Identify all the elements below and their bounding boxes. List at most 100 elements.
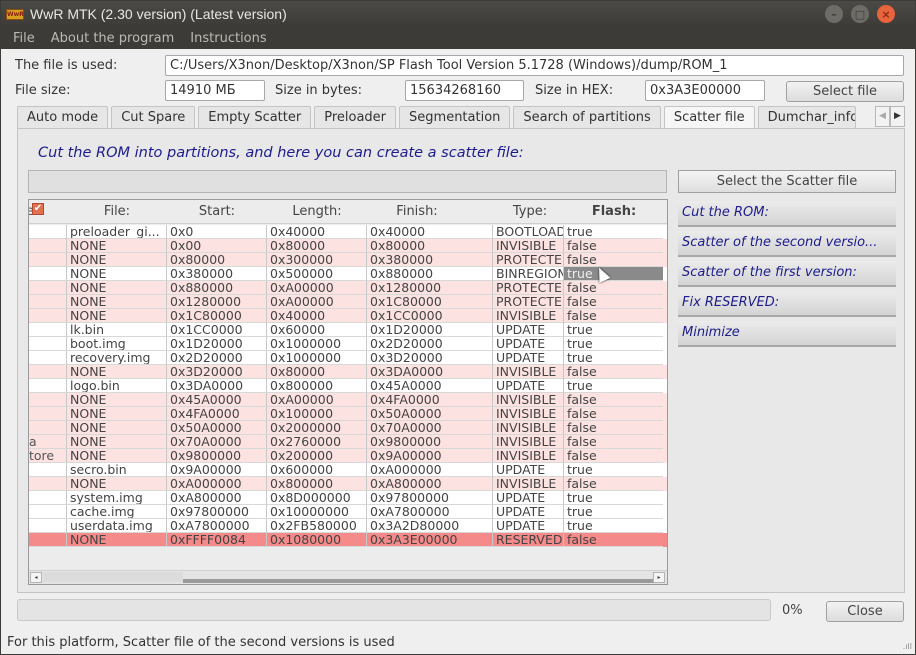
partition-name-cell[interactable]: tore <box>29 449 67 463</box>
file-cell[interactable]: cache.img <box>67 505 167 519</box>
finish-cell[interactable]: 0x9800000 <box>367 435 493 449</box>
table-row[interactable]: system.img 0xA800000 0x8D000000 0x97800000 U… <box>29 491 667 505</box>
file-cell[interactable]: NONE <box>67 533 167 547</box>
type-cell[interactable]: INVISIBLE <box>493 239 564 253</box>
length-cell[interactable]: 0x800000 <box>267 379 367 393</box>
length-cell[interactable]: 0x2000000 <box>267 421 367 435</box>
finish-cell[interactable]: 0x380000 <box>367 253 493 267</box>
partition-name-cell[interactable] <box>29 379 67 393</box>
table-row[interactable]: NONE 0xA000000 0x800000 0xA800000 INVISIBLE f… <box>29 477 667 491</box>
start-cell[interactable]: 0x70A0000 <box>167 435 267 449</box>
partition-name-cell[interactable] <box>29 337 67 351</box>
start-cell[interactable]: 0x80000 <box>167 253 267 267</box>
length-cell[interactable]: 0x8D000000 <box>267 491 367 505</box>
partition-name-cell[interactable] <box>29 533 67 547</box>
type-cell[interactable]: INVISIBLE <box>493 393 564 407</box>
partition-name-cell[interactable] <box>29 477 67 491</box>
type-cell[interactable]: UPDATE <box>493 323 564 337</box>
table-row[interactable]: NONE 0x1C80000 0x40000 0x1CC0000 INVISIBLE fa… <box>29 309 667 323</box>
type-cell[interactable]: RESERVED <box>493 533 564 547</box>
flash-cell[interactable]: false <box>564 477 663 491</box>
finish-cell[interactable]: 0x2D20000 <box>367 337 493 351</box>
flash-cell[interactable]: false <box>564 435 663 449</box>
start-cell[interactable]: 0x1D20000 <box>167 337 267 351</box>
start-cell[interactable]: 0x0 <box>167 225 267 239</box>
table-row[interactable]: tore NONE 0x9800000 0x200000 0x9A00000 INVISI… <box>29 449 667 463</box>
minimize-action-button[interactable]: Minimize <box>678 321 896 347</box>
type-cell[interactable]: INVISIBLE <box>493 477 564 491</box>
finish-cell[interactable]: 0x40000 <box>367 225 493 239</box>
resize-grip-icon[interactable]: .ıll <box>903 642 912 651</box>
table-row[interactable]: NONE 0x00 0x80000 0x80000 INVISIBLE false <box>29 239 667 253</box>
menu-instructions[interactable]: Instructions <box>190 31 266 46</box>
finish-cell[interactable]: 0x97800000 <box>367 491 493 505</box>
partition-name-cell[interactable] <box>29 421 67 435</box>
file-cell[interactable]: logo.bin <box>67 379 167 393</box>
length-cell[interactable]: 0xA00000 <box>267 281 367 295</box>
partition-name-cell[interactable] <box>29 407 67 421</box>
type-cell[interactable]: INVISIBLE <box>493 449 564 463</box>
file-cell[interactable]: recovery.img <box>67 351 167 365</box>
finish-cell[interactable]: 0x1D20000 <box>367 323 493 337</box>
column-header-file[interactable]: File: <box>67 204 167 219</box>
type-cell[interactable]: UPDATE <box>493 463 564 477</box>
length-cell[interactable]: 0x200000 <box>267 449 367 463</box>
file-cell[interactable]: NONE <box>67 449 167 463</box>
length-cell[interactable]: 0x10000000 <box>267 505 367 519</box>
flash-cell[interactable]: false <box>564 295 663 309</box>
table-row[interactable]: userdata.img 0xA7800000 0x2FB580000 0x3A2D8… <box>29 519 667 533</box>
file-cell[interactable]: preloader_gi... <box>67 225 167 239</box>
start-cell[interactable]: 0x1280000 <box>167 295 267 309</box>
table-row[interactable]: NONE 0x3D20000 0x80000 0x3DA0000 INVISIBLE fa… <box>29 365 667 379</box>
table-row[interactable]: boot.img 0x1D20000 0x1000000 0x2D20000 UPDAT… <box>29 337 667 351</box>
length-cell[interactable]: 0x1080000 <box>267 533 367 547</box>
flash-cell[interactable]: true <box>564 491 663 505</box>
flash-cell[interactable]: true <box>564 463 663 477</box>
length-cell[interactable]: 0x60000 <box>267 323 367 337</box>
table-row[interactable]: lk.bin 0x1CC0000 0x60000 0x1D20000 UPDATE tru… <box>29 323 667 337</box>
partition-name-cell[interactable]: a <box>29 435 67 449</box>
menu-file[interactable]: File <box>13 31 35 46</box>
start-cell[interactable]: 0x1C80000 <box>167 309 267 323</box>
type-cell[interactable]: INVISIBLE <box>493 407 564 421</box>
flash-cell[interactable]: true <box>564 323 663 337</box>
flash-cell[interactable]: true <box>564 351 663 365</box>
table-row[interactable]: NONE 0x45A0000 0xA00000 0x4FA0000 INVISIBLE f… <box>29 393 667 407</box>
length-cell[interactable]: 0xA00000 <box>267 295 367 309</box>
partition-name-cell[interactable] <box>29 505 67 519</box>
table-row[interactable]: NONE 0x380000 0x500000 0x880000 BINREGION tru… <box>29 267 667 281</box>
minimize-button[interactable]: – <box>825 5 843 23</box>
file-size-field[interactable]: 14910 МБ <box>165 80 265 101</box>
start-cell[interactable]: 0x45A0000 <box>167 393 267 407</box>
scroll-left-icon[interactable]: ◂ <box>30 572 42 583</box>
length-cell[interactable]: 0x300000 <box>267 253 367 267</box>
flash-cell[interactable]: false <box>564 365 663 379</box>
scatter-second-version-button[interactable]: Scatter of the second versio... <box>678 231 896 257</box>
partition-name-cell[interactable] <box>29 365 67 379</box>
file-cell[interactable]: NONE <box>67 281 167 295</box>
table-row[interactable]: NONE 0x880000 0xA00000 0x1280000 PROTECTED fa… <box>29 281 667 295</box>
close-window-button[interactable]: × <box>877 5 895 23</box>
start-cell[interactable]: 0x2D20000 <box>167 351 267 365</box>
table-row[interactable]: NONE 0x50A0000 0x2000000 0x70A0000 INVISIBLE… <box>29 421 667 435</box>
length-cell[interactable]: 0x40000 <box>267 309 367 323</box>
start-cell[interactable]: 0x97800000 <box>167 505 267 519</box>
type-cell[interactable]: INVISIBLE <box>493 309 564 323</box>
flash-cell[interactable]: true <box>564 379 663 393</box>
type-cell[interactable]: BINREGION <box>493 267 564 281</box>
table-row[interactable]: NONE 0x80000 0x300000 0x380000 PROTECTED fals… <box>29 253 667 267</box>
file-cell[interactable]: NONE <box>67 421 167 435</box>
select-scatter-button[interactable]: Select the Scatter file <box>678 170 896 193</box>
column-header-finish[interactable]: Finish: <box>367 204 467 219</box>
flash-cell[interactable]: true <box>564 337 663 351</box>
length-cell[interactable]: 0x100000 <box>267 407 367 421</box>
file-cell[interactable]: lk.bin <box>67 323 167 337</box>
start-cell[interactable]: 0xA000000 <box>167 477 267 491</box>
finish-cell[interactable]: 0x45A0000 <box>367 379 493 393</box>
partition-name-cell[interactable] <box>29 519 67 533</box>
start-cell[interactable]: 0x50A0000 <box>167 421 267 435</box>
partition-name-cell[interactable] <box>29 491 67 505</box>
length-cell[interactable]: 0x600000 <box>267 463 367 477</box>
type-cell[interactable]: UPDATE <box>493 379 564 393</box>
flash-cell[interactable]: false <box>564 421 663 435</box>
